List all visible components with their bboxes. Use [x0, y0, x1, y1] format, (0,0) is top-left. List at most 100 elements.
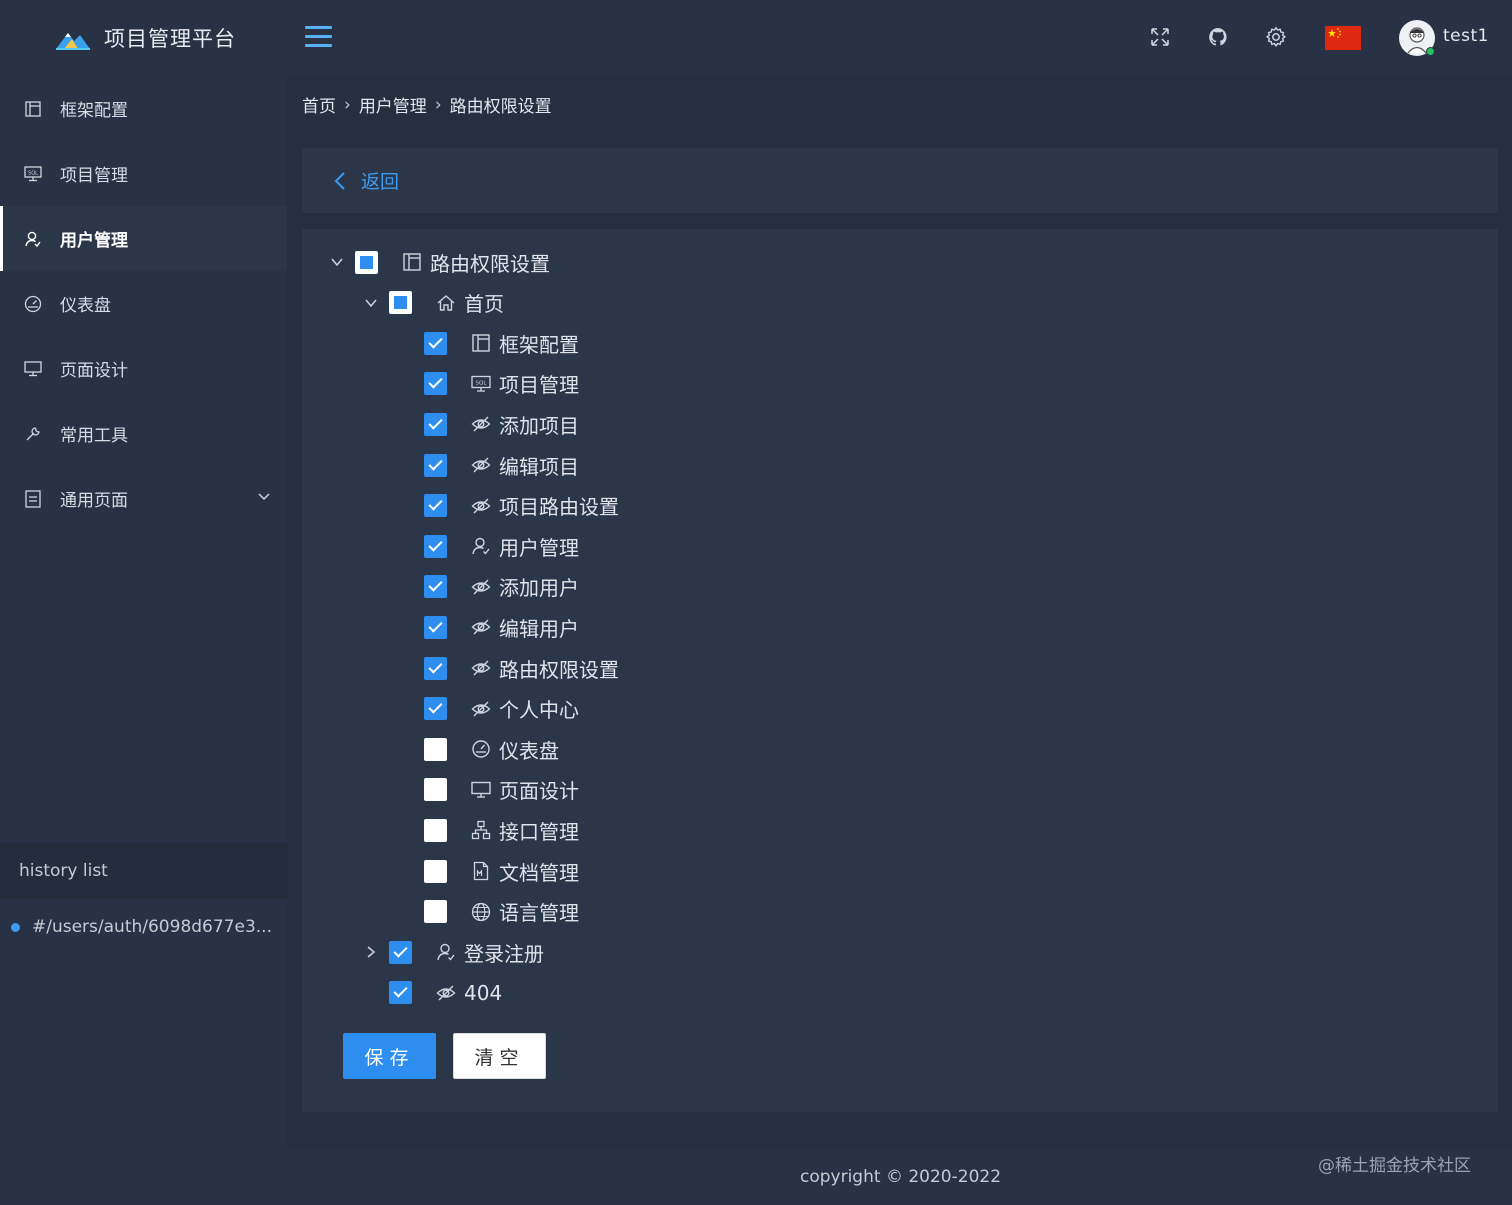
- tree-node[interactable]: 框架配置: [424, 323, 579, 363]
- tree-checkbox[interactable]: [424, 412, 447, 436]
- fullscreen-icon[interactable]: [1149, 26, 1171, 48]
- tree-node-label: 编辑项目: [499, 454, 579, 479]
- tree-node[interactable]: 编辑项目: [424, 445, 579, 485]
- tree-node-label: 路由权限设置: [499, 657, 619, 682]
- tree-node[interactable]: 接口管理: [424, 810, 579, 850]
- tree-node[interactable]: 首页: [365, 283, 504, 323]
- eye-off-icon: [471, 658, 491, 678]
- sql-monitor-icon: SQL: [24, 165, 42, 183]
- tree-checkbox[interactable]: [424, 859, 447, 883]
- tree-checkbox[interactable]: [355, 250, 378, 274]
- tree-node[interactable]: 路由权限设置: [424, 648, 619, 688]
- desktop-icon: [24, 360, 42, 378]
- tree-checkbox[interactable]: [424, 615, 447, 639]
- tree-checkbox[interactable]: [424, 453, 447, 477]
- layout-icon: [402, 252, 422, 272]
- eye-off-icon: [471, 699, 491, 719]
- mountain-logo-icon: [56, 33, 90, 50]
- tree-checkbox[interactable]: [389, 981, 412, 1005]
- github-icon[interactable]: [1207, 26, 1229, 48]
- sql-monitor-icon: SQL: [471, 374, 491, 394]
- tree-node[interactable]: SQL 项目管理: [424, 364, 579, 404]
- username[interactable]: test1: [1443, 26, 1489, 46]
- history-item[interactable]: #/users/auth/6098d677e3...: [0, 908, 287, 946]
- tree-node[interactable]: 语言管理: [424, 892, 579, 932]
- watermark-text: @稀土掘金技术社区: [1318, 1156, 1471, 1176]
- tree-checkbox[interactable]: [424, 697, 447, 721]
- tree-node-label: 框架配置: [499, 332, 579, 357]
- menu-toggle-icon[interactable]: [305, 26, 332, 48]
- back-bar: 返回: [302, 148, 1498, 213]
- user-icon: [471, 536, 491, 556]
- tree-checkbox[interactable]: [424, 372, 447, 396]
- save-button[interactable]: 保存: [343, 1033, 436, 1079]
- sidebar-item-common-pages[interactable]: 通用页面: [0, 466, 287, 531]
- tree-checkbox[interactable]: [424, 818, 447, 842]
- chevron-down-icon[interactable]: [257, 490, 271, 504]
- desktop-icon: [471, 780, 491, 800]
- sidebar-item-users[interactable]: 用户管理: [0, 206, 287, 271]
- breadcrumb-home[interactable]: 首页: [302, 92, 336, 117]
- china-flag-icon[interactable]: [1325, 26, 1361, 50]
- tree-node-label: 添加用户: [499, 576, 579, 601]
- back-button[interactable]: 返回: [361, 167, 399, 194]
- tree-node[interactable]: 编辑用户: [424, 607, 579, 647]
- sidebar-item-projects[interactable]: SQL 项目管理: [0, 141, 287, 206]
- tree-checkbox[interactable]: [424, 900, 447, 924]
- globe-icon: [471, 902, 491, 922]
- tree-node[interactable]: 路由权限设置: [331, 242, 550, 282]
- logo[interactable]: 项目管理平台: [0, 0, 287, 76]
- home-icon: [436, 293, 456, 313]
- tree-checkbox[interactable]: [424, 575, 447, 599]
- back-arrow-icon[interactable]: [333, 171, 347, 191]
- tree-checkbox[interactable]: [424, 331, 447, 355]
- tree-node-label: 仪表盘: [499, 738, 559, 763]
- svg-text:SQL: SQL: [476, 380, 488, 386]
- tree-node[interactable]: 登录注册: [367, 932, 544, 972]
- tree-checkbox[interactable]: [389, 291, 412, 315]
- settings-icon[interactable]: [1265, 26, 1287, 48]
- tree-node[interactable]: 404: [389, 973, 502, 1013]
- sidebar-item-framework[interactable]: 框架配置: [0, 76, 287, 141]
- caret-down-icon[interactable]: [330, 255, 344, 269]
- tree-node-label: 登录注册: [464, 941, 544, 966]
- tree-node-label: 页面设计: [499, 779, 579, 804]
- caret-right-icon[interactable]: [364, 945, 378, 959]
- clear-button[interactable]: 清空: [453, 1033, 546, 1079]
- history-dot-icon: [11, 922, 20, 932]
- tree-node[interactable]: 仪表盘: [424, 729, 559, 769]
- tree-node[interactable]: 项目路由设置: [424, 486, 619, 526]
- dashboard-icon: [471, 739, 491, 759]
- tree-node[interactable]: 文档管理: [424, 851, 579, 891]
- tree-checkbox[interactable]: [424, 656, 447, 680]
- caret-down-icon[interactable]: [364, 296, 378, 310]
- tree-node[interactable]: 添加项目: [424, 404, 579, 444]
- tree-node-label: 添加项目: [499, 413, 579, 438]
- sidebar-menu: 框架配置 SQL 项目管理 用户管理 仪表盘 页面设计 常用工具 通用页面: [0, 76, 287, 531]
- tree-checkbox[interactable]: [424, 737, 447, 761]
- sidebar-item-label: 页面设计: [60, 361, 128, 381]
- tree-checkbox[interactable]: [389, 940, 412, 964]
- tree-node-label: 项目管理: [499, 373, 579, 398]
- sidebar-item-label: 通用页面: [60, 491, 128, 511]
- layout-icon: [471, 333, 491, 353]
- tree-node[interactable]: 用户管理: [424, 526, 579, 566]
- tree-checkbox[interactable]: [424, 534, 447, 558]
- breadcrumb-separator-icon: ›: [434, 94, 442, 115]
- tree-node[interactable]: 页面设计: [424, 770, 579, 810]
- tree-node[interactable]: 添加用户: [424, 567, 579, 607]
- breadcrumb-users[interactable]: 用户管理: [359, 92, 427, 117]
- sidebar-item-page-design[interactable]: 页面设计: [0, 336, 287, 401]
- copyright-text: copyright © 2020-2022: [800, 1167, 1002, 1187]
- tree-node-label: 404: [464, 980, 503, 1005]
- online-status-icon: [1426, 47, 1435, 56]
- tree-node-label: 路由权限设置: [430, 251, 550, 276]
- sidebar-item-tools[interactable]: 常用工具: [0, 401, 287, 466]
- tree-node[interactable]: 个人中心: [424, 689, 579, 729]
- sidebar-item-dashboard[interactable]: 仪表盘: [0, 271, 287, 336]
- sidebar-item-label: 项目管理: [60, 166, 128, 186]
- app-title: 项目管理平台: [104, 27, 236, 51]
- breadcrumb-current: 路由权限设置: [449, 97, 552, 117]
- tree-checkbox[interactable]: [424, 778, 447, 802]
- tree-checkbox[interactable]: [424, 494, 447, 518]
